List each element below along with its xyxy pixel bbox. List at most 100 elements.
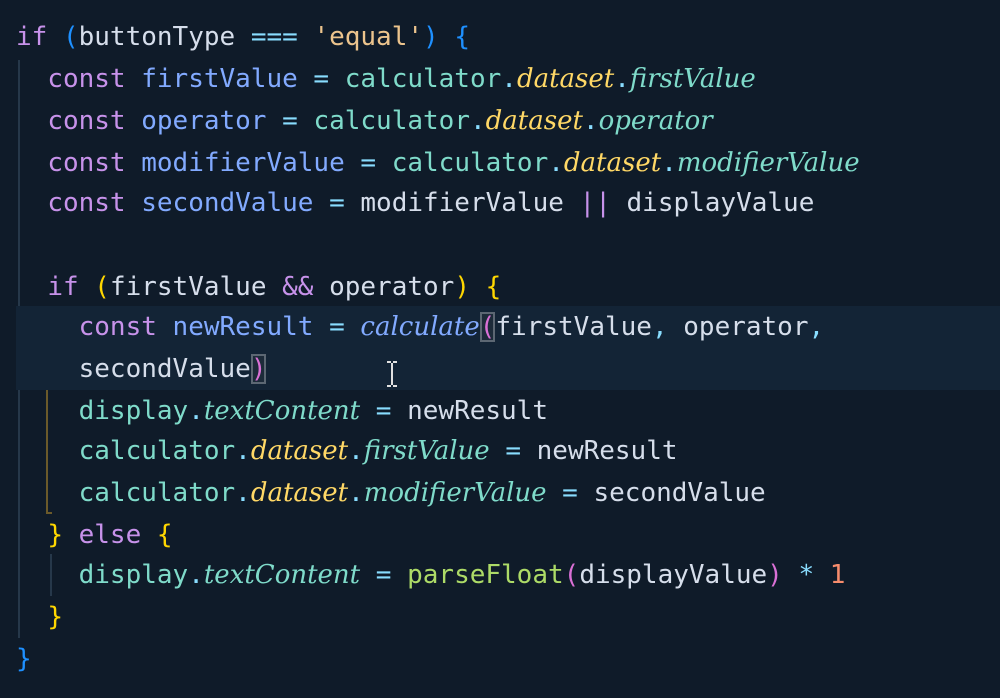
code-token: calculator [78, 478, 236, 508]
code-token: = [360, 396, 408, 426]
code-token: , [651, 312, 668, 342]
code-token: displayValue [579, 560, 768, 590]
code-token: modifierValue [141, 148, 361, 178]
code-token: } [47, 602, 63, 632]
code-token: if [47, 272, 95, 302]
code-token: . [235, 478, 251, 508]
code-token: = [329, 188, 361, 218]
code-token: dataset [563, 148, 662, 178]
code-token: operator [667, 312, 809, 342]
code-token: calculator [313, 106, 470, 136]
code-token: const [47, 188, 142, 218]
code-line-4[interactable]: const modifierValue = calculator.dataset… [16, 142, 1000, 184]
code-token: newResult [172, 312, 330, 342]
code-line-11[interactable]: calculator.dataset.firstValue = newResul… [16, 430, 1000, 472]
code-token: modifierValue [360, 188, 580, 218]
code-token: = [282, 106, 314, 136]
code-token: textContent [203, 560, 361, 590]
code-token: = [360, 560, 408, 590]
code-token: modifierValue [676, 148, 860, 178]
code-line-7[interactable]: if (firstValue && operator) { [16, 266, 1000, 308]
code-token: { [485, 272, 502, 302]
code-token: = [329, 312, 361, 342]
code-token: { [454, 22, 470, 52]
code-line-16[interactable]: } [16, 638, 1000, 680]
code-line-12[interactable]: calculator.dataset.modifierValue = secon… [16, 472, 1000, 514]
code-token: parseFloat [407, 560, 564, 590]
code-line-15[interactable]: } [16, 596, 1000, 638]
code-token: * [782, 560, 830, 590]
code-line-1[interactable]: if (buttonType === 'equal') { [16, 16, 1000, 58]
code-token: = [546, 478, 594, 508]
code-line-10[interactable]: display.textContent = newResult [16, 390, 1000, 432]
code-token: secondValue [141, 188, 330, 218]
code-token: operator [141, 106, 283, 136]
code-line-5[interactable]: const secondValue = modifierValue || dis… [16, 182, 1000, 224]
code-line-9[interactable]: secondValue) [16, 348, 1000, 390]
code-line-14[interactable]: display.textContent = parseFloat(display… [16, 554, 1000, 596]
code-token: . [501, 64, 517, 94]
code-token: const [78, 312, 173, 342]
code-token: newResult [407, 396, 548, 426]
text-cursor-icon [387, 361, 397, 387]
code-token: && [282, 272, 314, 302]
code-token: const [47, 106, 142, 136]
code-token: . [614, 64, 630, 94]
code-line-8[interactable]: const newResult = calculate(firstValue, … [16, 306, 1000, 348]
code-token: ) [767, 560, 783, 590]
code-token: dataset [250, 478, 349, 508]
code-line-2[interactable]: const firstValue = calculator.dataset.fi… [16, 58, 1000, 100]
code-token: firstValue [109, 272, 283, 302]
code-token: ) [250, 354, 267, 384]
code-token: secondValue [78, 354, 251, 384]
code-token: . [582, 106, 599, 136]
code-token: . [348, 478, 364, 508]
code-token: ( [479, 312, 496, 342]
code-token: displayValue [610, 188, 815, 218]
code-editor[interactable]: if (buttonType === 'equal') { const firs… [0, 0, 1000, 698]
code-token: } [16, 644, 32, 674]
code-token: 'equal' [313, 22, 424, 52]
code-token: calculator [344, 64, 502, 94]
code-token: ( [62, 22, 79, 52]
code-token: calculator [391, 148, 549, 178]
code-token: const [47, 64, 142, 94]
code-token: . [661, 148, 677, 178]
code-token: const [47, 148, 142, 178]
code-token: operator [313, 272, 455, 302]
code-token: = [360, 148, 392, 178]
code-line-13[interactable]: } else { [16, 514, 1000, 556]
code-token: || [579, 188, 611, 218]
code-token: === [250, 22, 298, 52]
code-token: . [188, 396, 204, 426]
code-token: 1 [829, 560, 846, 590]
code-token: display [78, 396, 189, 426]
code-token: dataset [485, 106, 583, 136]
code-token: . [235, 436, 251, 466]
code-token: = [489, 436, 537, 466]
code-token: if [16, 22, 63, 52]
code-token: firstValue [141, 64, 314, 94]
code-line-6[interactable] [16, 224, 1000, 266]
code-token: . [548, 148, 564, 178]
code-token: calculate [360, 312, 480, 342]
code-token: dataset [516, 64, 615, 94]
code-token: display [78, 560, 189, 590]
code-line-3[interactable]: const operator = calculator.dataset.oper… [16, 100, 1000, 142]
code-token: . [348, 436, 364, 466]
code-token: buttonType [78, 22, 251, 52]
code-token: operator [598, 106, 713, 136]
code-token: , [808, 312, 825, 342]
